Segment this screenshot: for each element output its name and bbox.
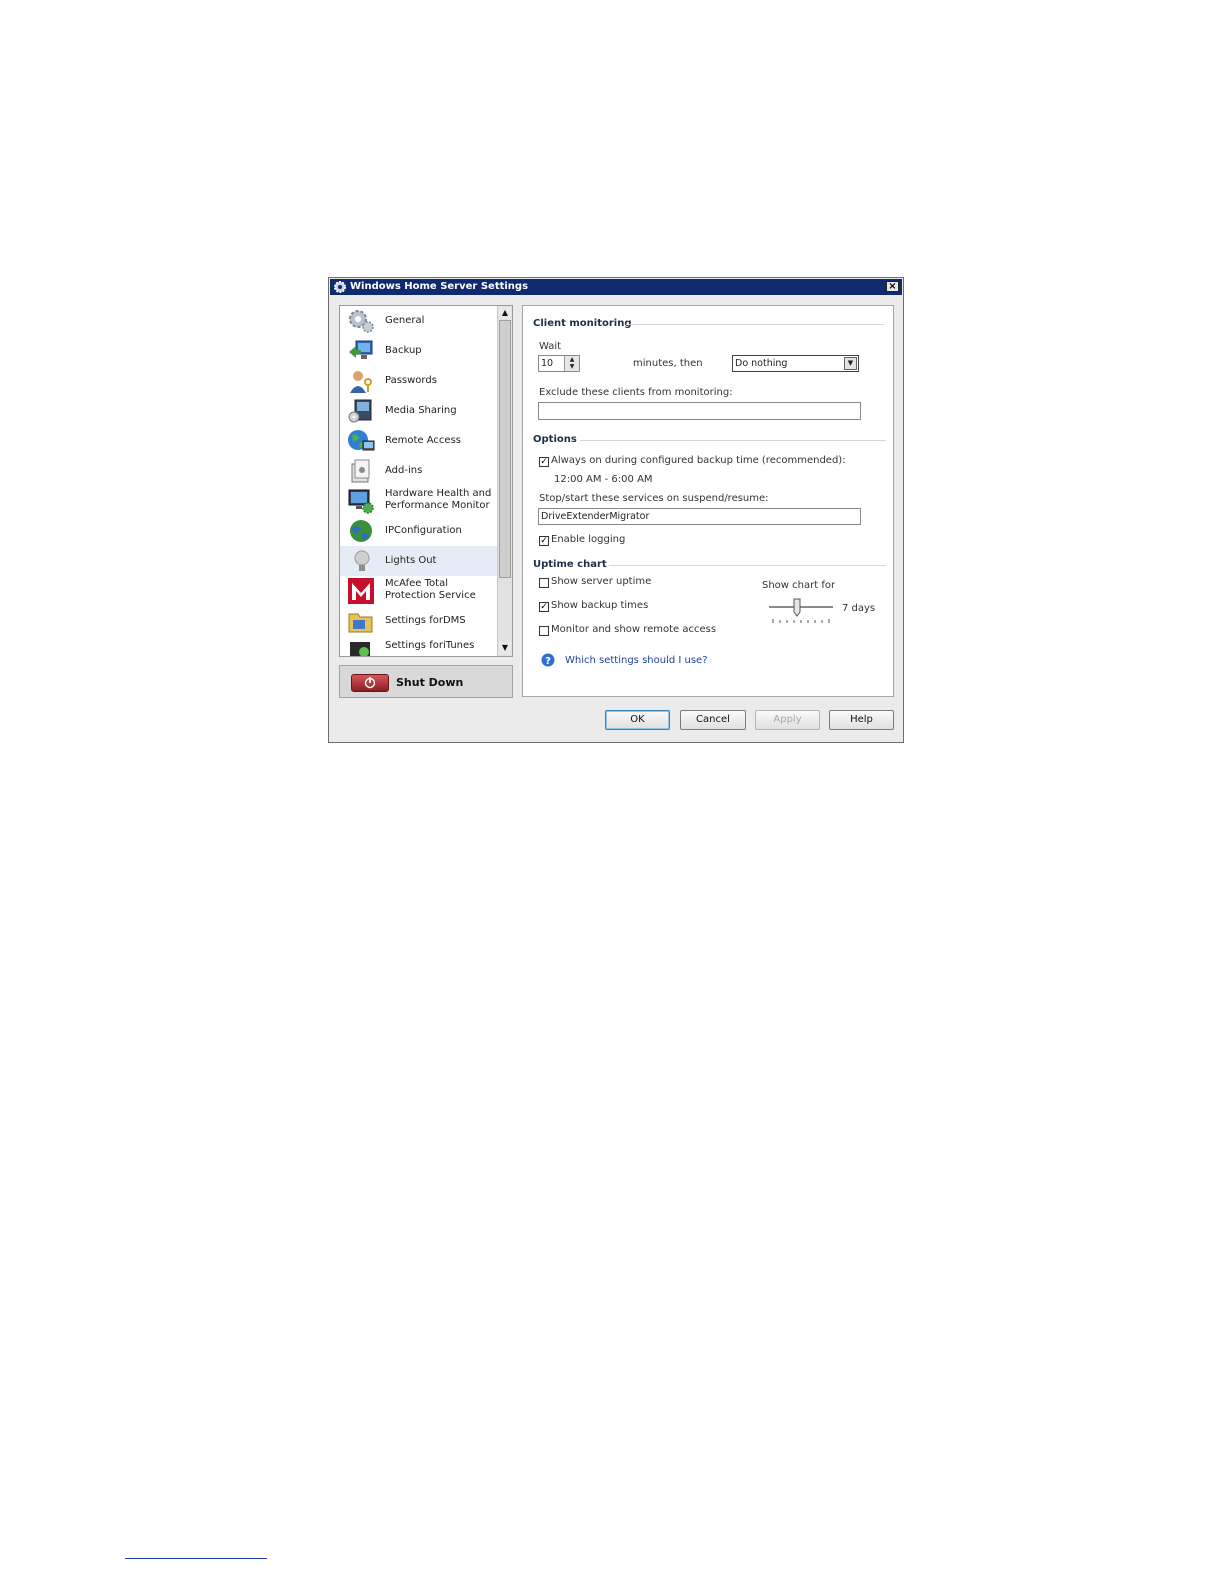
nav-label: Remote Access <box>385 435 461 446</box>
nav-item-backup[interactable]: Backup <box>340 336 497 366</box>
apply-button[interactable]: Apply <box>755 710 820 730</box>
nav-label: Settings forDMS <box>385 615 466 626</box>
window-title: Windows Home Server Settings <box>350 281 529 292</box>
show-backup-times-label: Show backup times <box>551 600 649 611</box>
chart-days-slider[interactable] <box>767 596 835 626</box>
services-label: Stop/start these services on suspend/res… <box>539 493 769 504</box>
nav-item-media-sharing[interactable]: Media Sharing <box>340 396 497 426</box>
scroll-thumb[interactable] <box>499 320 511 578</box>
section-client-monitoring: Client monitoring <box>533 318 632 329</box>
gear-icon <box>349 310 374 333</box>
add-in-box-icon <box>351 459 370 483</box>
nav-label: Settings foriTunes <box>385 640 475 651</box>
nav-label: Add-ins <box>385 465 423 476</box>
nav-item-lights-out[interactable]: Lights Out <box>340 546 497 576</box>
nav-label: Hardware Health and Performance Monitor <box>385 488 492 511</box>
section-divider <box>580 440 886 441</box>
cancel-button[interactable]: Cancel <box>680 710 746 730</box>
lights-out-settings-panel: Client monitoring Wait 10 ▲ ▼ minutes, th… <box>522 305 894 697</box>
action-dropdown[interactable]: Do nothing ▼ <box>732 355 859 372</box>
svg-text:?: ? <box>545 656 551 667</box>
globe-computer-icon <box>348 430 375 451</box>
mcafee-logo-icon <box>348 578 374 604</box>
nav-item-settings-itunes[interactable]: Settings foriTunes <box>340 636 497 656</box>
section-divider <box>626 324 884 325</box>
backup-computer-icon <box>349 340 373 359</box>
monitor-remote-access-checkbox[interactable] <box>539 626 549 636</box>
power-icon <box>351 674 389 692</box>
network-globe-icon <box>350 520 372 542</box>
nav-label: McAfee Total Protection Service <box>385 578 476 601</box>
nav-item-add-ins[interactable]: Add-ins <box>340 456 497 486</box>
dms-folder-icon <box>348 613 373 633</box>
nav-item-remote-access[interactable]: Remote Access <box>340 426 497 456</box>
nav-item-ip-configuration[interactable]: IPConfiguration <box>340 516 497 546</box>
exclude-clients-label: Exclude these clients from monitoring: <box>539 387 733 398</box>
action-selected-value: Do nothing <box>735 358 788 369</box>
always-on-label: Always on during configured backup time … <box>551 455 846 466</box>
show-server-uptime-label: Show server uptime <box>551 576 652 587</box>
nav-label: Lights Out <box>385 555 437 566</box>
minutes-then-label: minutes, then <box>633 358 703 369</box>
close-button[interactable]: × <box>886 281 899 292</box>
nav-scrollbar[interactable]: ▲ ▼ <box>497 306 512 656</box>
section-options: Options <box>533 434 577 445</box>
stepper-arrows[interactable]: ▲ ▼ <box>564 356 579 371</box>
shut-down-label: Shut Down <box>396 676 464 689</box>
nav-item-settings-dms[interactable]: Settings forDMS <box>340 606 497 636</box>
nav-label: General <box>385 315 425 326</box>
question-icon: ? <box>541 653 555 667</box>
settings-dialog: Windows Home Server Settings × General B… <box>328 277 904 743</box>
scroll-down-arrow[interactable]: ▼ <box>499 642 511 654</box>
light-bulb-icon <box>354 550 370 571</box>
monitor-gear-icon <box>348 489 374 514</box>
section-divider <box>609 565 886 566</box>
backup-time-window: 12:00 AM - 6:00 AM <box>554 474 653 485</box>
nav-label: Backup <box>385 345 422 356</box>
nav-label: IPConfiguration <box>385 525 462 536</box>
footnote-separator <box>125 1558 267 1559</box>
help-button[interactable]: Help <box>829 710 894 730</box>
user-key-icon <box>350 371 372 393</box>
shut-down-button[interactable]: Shut Down <box>339 665 513 698</box>
media-icon <box>348 399 372 423</box>
enable-logging-checkbox[interactable]: ✓ <box>539 536 549 546</box>
enable-logging-label: Enable logging <box>551 534 626 545</box>
wait-minutes-value: 10 <box>541 358 554 369</box>
show-chart-for-label: Show chart for <box>762 580 836 591</box>
scroll-up-arrow[interactable]: ▲ <box>499 307 511 319</box>
always-on-checkbox[interactable]: ✓ <box>539 457 549 467</box>
ok-button[interactable]: OK <box>605 710 670 730</box>
title-bar: Windows Home Server Settings × <box>330 279 902 295</box>
nav-label: Media Sharing <box>385 405 457 416</box>
nav-item-general[interactable]: General <box>340 306 497 336</box>
nav-item-hardware-health[interactable]: Hardware Health and Performance Monitor <box>340 486 497 516</box>
chevron-down-icon[interactable]: ▼ <box>844 357 857 370</box>
wait-label: Wait <box>539 341 562 352</box>
gear-icon <box>334 281 346 293</box>
nav-item-passwords[interactable]: Passwords <box>340 366 497 396</box>
nav-label: Passwords <box>385 375 437 386</box>
nav-item-mcafee[interactable]: McAfee Total Protection Service <box>340 576 497 606</box>
which-settings-link[interactable]: Which settings should I use? <box>565 655 708 666</box>
wait-minutes-stepper[interactable]: 10 ▲ ▼ <box>538 355 580 372</box>
chart-days-value: 7 days <box>842 603 876 614</box>
section-uptime-chart: Uptime chart <box>533 559 607 570</box>
show-backup-times-checkbox[interactable]: ✓ <box>539 602 549 612</box>
show-server-uptime-checkbox[interactable] <box>539 578 549 588</box>
settings-nav-list: General Backup Passwords Media Sharing R… <box>339 305 513 657</box>
services-field[interactable]: DriveExtenderMigrator <box>538 508 861 525</box>
exclude-clients-field[interactable] <box>538 402 861 420</box>
monitor-remote-access-label: Monitor and show remote access <box>551 624 717 635</box>
itunes-icon <box>350 642 370 656</box>
